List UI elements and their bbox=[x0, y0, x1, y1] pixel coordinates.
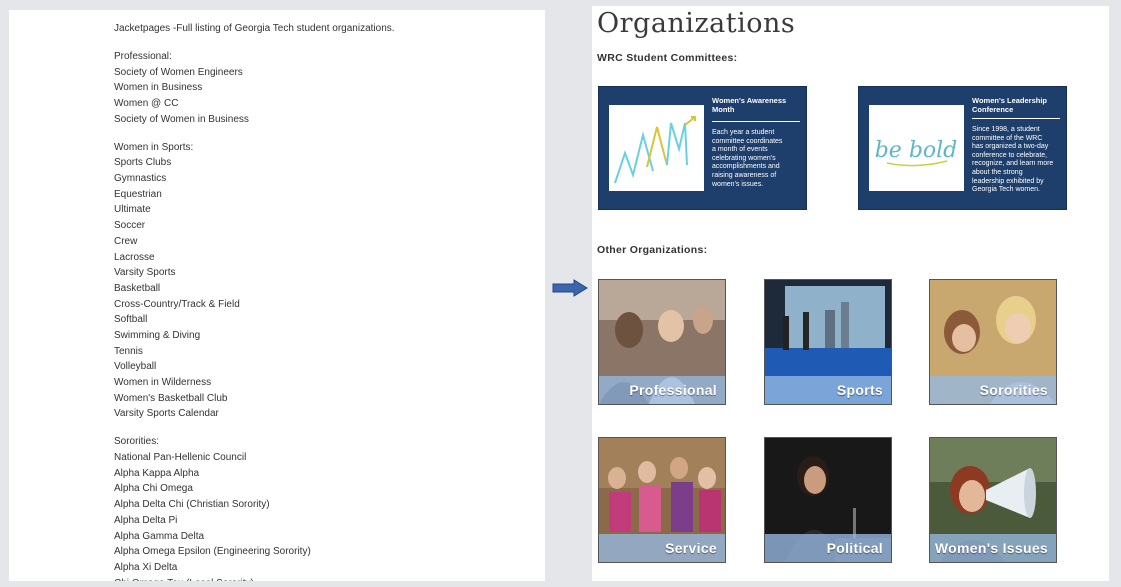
wrc-committees-heading: WRC Student Committees: bbox=[597, 52, 738, 64]
list-item[interactable]: Women @ CC bbox=[114, 96, 534, 112]
card-description-line: conference to celebrate, bbox=[972, 151, 1048, 159]
list-item[interactable]: Women in Wilderness bbox=[114, 375, 534, 391]
card-description-line: recognize, and learn more bbox=[972, 160, 1054, 168]
tile-label: Sports bbox=[836, 382, 883, 398]
service-tile[interactable]: Service bbox=[598, 437, 726, 563]
sports-tile[interactable]: Sports bbox=[764, 279, 892, 405]
tile-label: Professional bbox=[629, 382, 717, 398]
list-item[interactable]: Society of Women in Business bbox=[114, 112, 534, 128]
list-item[interactable]: Varsity Sports Calendar bbox=[114, 406, 534, 422]
card-description-line: committee of the WRC bbox=[972, 134, 1043, 142]
be-bold-logo-text: be bold bbox=[875, 138, 958, 163]
list-group-heading: Professional: bbox=[114, 50, 172, 62]
card-description-line: accomplishments and bbox=[712, 163, 780, 171]
tile-label: Political bbox=[826, 540, 883, 556]
organizations-page: Organizations WRC Student Committees: WA… bbox=[592, 6, 1109, 581]
card-description: Each year a student committee coordinates… bbox=[712, 129, 804, 189]
left-listing-panel: Jacketpages -Full listing of Georgia Tec… bbox=[9, 10, 545, 581]
card-title: Women's Leadership Conference bbox=[972, 96, 1047, 114]
card-divider bbox=[712, 121, 800, 122]
womens-awareness-month-card[interactable]: WAMP Women's Awareness Month Each year a… bbox=[598, 86, 807, 210]
card-title: Women's Awareness Month bbox=[712, 96, 787, 114]
list-item[interactable]: National Pan-Hellenic Council bbox=[114, 450, 534, 466]
organization-listing: Jacketpages -Full listing of Georgia Tec… bbox=[114, 21, 534, 581]
card-description-line: celebrating women's bbox=[712, 154, 776, 162]
list-item[interactable]: Alpha Delta Chi (Christian Sorority) bbox=[114, 497, 534, 513]
list-group-heading: Sororities: bbox=[114, 436, 160, 448]
listing-intro: Jacketpages -Full listing of Georgia Tec… bbox=[114, 23, 395, 34]
be-bold-logo-art: be bold bbox=[875, 138, 958, 167]
card-description-line: committee coordinates bbox=[712, 137, 783, 145]
list-item[interactable]: Crew bbox=[114, 234, 534, 250]
wamp-logo: WAMP bbox=[609, 105, 704, 191]
womens-leadership-conference-card[interactable]: be bold Women's Leadership Conference Si… bbox=[858, 86, 1067, 210]
list-item[interactable]: Alpha Chi Omega bbox=[114, 481, 534, 497]
list-item[interactable]: Soccer bbox=[114, 218, 534, 234]
card-description-line: women's issues. bbox=[712, 180, 764, 188]
list-item[interactable]: Alpha Gamma Delta bbox=[114, 529, 534, 545]
list-item[interactable]: Volleyball bbox=[114, 359, 534, 375]
list-item[interactable]: Women in Business bbox=[114, 80, 534, 96]
card-description-line: about the strong bbox=[972, 168, 1023, 176]
list-item[interactable]: Gymnastics bbox=[114, 171, 534, 187]
list-item[interactable]: Cross-Country/Track & Field bbox=[114, 297, 534, 313]
list-item[interactable]: Basketball bbox=[114, 281, 534, 297]
list-item[interactable]: Ultimate bbox=[114, 202, 534, 218]
card-description-line: has organized a two-day bbox=[972, 143, 1049, 151]
list-item[interactable]: Chi Omega Tau (Local Sorority) bbox=[114, 576, 534, 581]
list-item[interactable]: Society of Women Engineers bbox=[114, 65, 534, 81]
tile-label: Sororities bbox=[979, 382, 1048, 398]
list-item[interactable]: Alpha Delta Pi bbox=[114, 513, 534, 529]
list-item[interactable]: Alpha Omega Epsilon (Engineering Sororit… bbox=[114, 544, 534, 560]
professional-tile[interactable]: Professional bbox=[598, 279, 726, 405]
wamp-logo-art: WAMP bbox=[614, 116, 696, 184]
card-description: Since 1998, a student committee of the WR… bbox=[972, 126, 1064, 195]
list-group-heading: Women in Sports: bbox=[114, 141, 194, 153]
list-item[interactable]: Sports Clubs bbox=[114, 155, 534, 171]
card-description-line: raising awareness of bbox=[712, 171, 777, 179]
list-item[interactable]: Alpha Xi Delta bbox=[114, 560, 534, 576]
list-item[interactable]: Softball bbox=[114, 312, 534, 328]
tile-label: Women's Issues bbox=[934, 540, 1048, 556]
tile-label: Service bbox=[665, 540, 717, 556]
card-description-line: Georgia Tech women. bbox=[972, 186, 1040, 194]
list-item[interactable]: Lacrosse bbox=[114, 250, 534, 266]
list-item[interactable]: Varsity Sports bbox=[114, 265, 534, 281]
list-item[interactable]: Tennis bbox=[114, 344, 534, 360]
card-description-line: leadership exhibited by bbox=[972, 177, 1044, 185]
be-bold-logo: be bold bbox=[869, 105, 964, 191]
list-item[interactable]: Swimming & Diving bbox=[114, 328, 534, 344]
right-arrow-icon bbox=[552, 279, 588, 297]
other-organizations-heading: Other Organizations: bbox=[597, 244, 708, 256]
card-description-line: Each year a student bbox=[712, 129, 775, 136]
womens-issues-tile[interactable]: Women's Issues bbox=[929, 437, 1057, 563]
list-item[interactable]: Alpha Kappa Alpha bbox=[114, 466, 534, 482]
list-item[interactable]: Women's Basketball Club bbox=[114, 391, 534, 407]
political-tile[interactable]: Political bbox=[764, 437, 892, 563]
list-item[interactable]: Equestrian bbox=[114, 187, 534, 203]
sororities-tile[interactable]: Sororities bbox=[929, 279, 1057, 405]
card-description-line: a month of events bbox=[712, 146, 768, 154]
page-title: Organizations bbox=[597, 8, 796, 39]
card-divider bbox=[972, 118, 1060, 119]
card-description-line: Since 1998, a student bbox=[972, 126, 1040, 133]
